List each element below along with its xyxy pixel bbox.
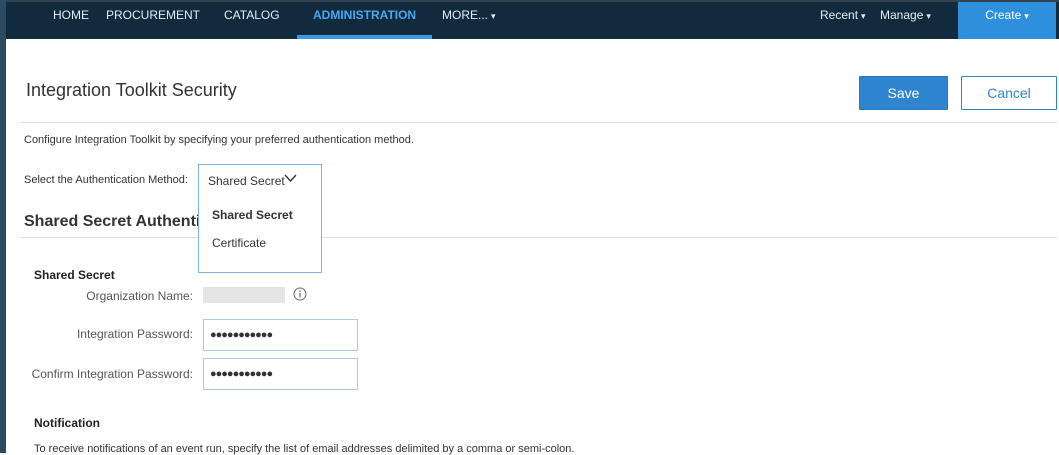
notification-text: To receive notifications of an event run… [34,443,575,455]
page-description: Configure Integration Toolkit by specify… [24,134,414,146]
auth-method-label: Select the Authentication Method: [24,174,188,186]
divider [20,122,1057,123]
caret-down-icon: ▾ [1024,11,1029,21]
divider [20,237,1057,238]
confirm-password-field[interactable]: ●●●●●●●●●●● [203,358,358,390]
save-button[interactable]: Save [859,76,948,110]
info-icon[interactable] [293,287,307,301]
password-mask: ●●●●●●●●●●● [210,368,273,380]
nav-home[interactable]: HOME [53,2,89,39]
caret-down-icon: ▾ [926,11,931,21]
auth-method-dropdown: Shared Secret Certificate [198,194,322,273]
shared-secret-heading: Shared Secret [34,268,115,282]
integration-password-label: Integration Password: [76,327,193,341]
dropdown-option-certificate[interactable]: Certificate [212,236,266,250]
nav-procurement[interactable]: PROCUREMENT [106,2,200,39]
section-heading: Shared Secret Authenti [24,213,201,230]
dropdown-option-shared-secret[interactable]: Shared Secret [212,208,293,222]
nav-catalog[interactable]: CATALOG [224,2,280,39]
org-name-label: Organization Name: [86,289,193,303]
chevron-down-icon [284,174,297,182]
confirm-password-label: Confirm Integration Password: [31,367,193,381]
org-name-value [203,287,285,303]
nav-recent[interactable]: Recent ▾ [820,2,866,39]
auth-method-value: Shared Secret [208,174,285,188]
auth-method-select[interactable]: Shared Secret [198,164,322,194]
nav-more-label: MORE... [442,8,489,22]
page-title: Integration Toolkit Security [26,80,237,100]
caret-down-icon: ▾ [491,11,496,21]
notification-heading: Notification [34,416,100,430]
caret-down-icon: ▾ [861,11,866,21]
cancel-button[interactable]: Cancel [961,76,1057,110]
nav-more[interactable]: MORE... ▾ [442,2,496,39]
nav-administration[interactable]: ADMINISTRATION [296,2,433,39]
password-mask: ●●●●●●●●●●● [210,329,273,341]
create-button[interactable]: Create ▾ [958,2,1056,39]
top-navigation-bar: HOME PROCUREMENT CATALOG ADMINISTRATION … [6,0,1059,39]
create-label: Create [985,8,1022,22]
nav-recent-label: Recent [820,8,859,22]
nav-manage[interactable]: Manage ▾ [880,2,931,39]
left-border [0,0,6,453]
integration-password-field[interactable]: ●●●●●●●●●●● [203,319,358,351]
nav-manage-label: Manage [880,8,924,22]
